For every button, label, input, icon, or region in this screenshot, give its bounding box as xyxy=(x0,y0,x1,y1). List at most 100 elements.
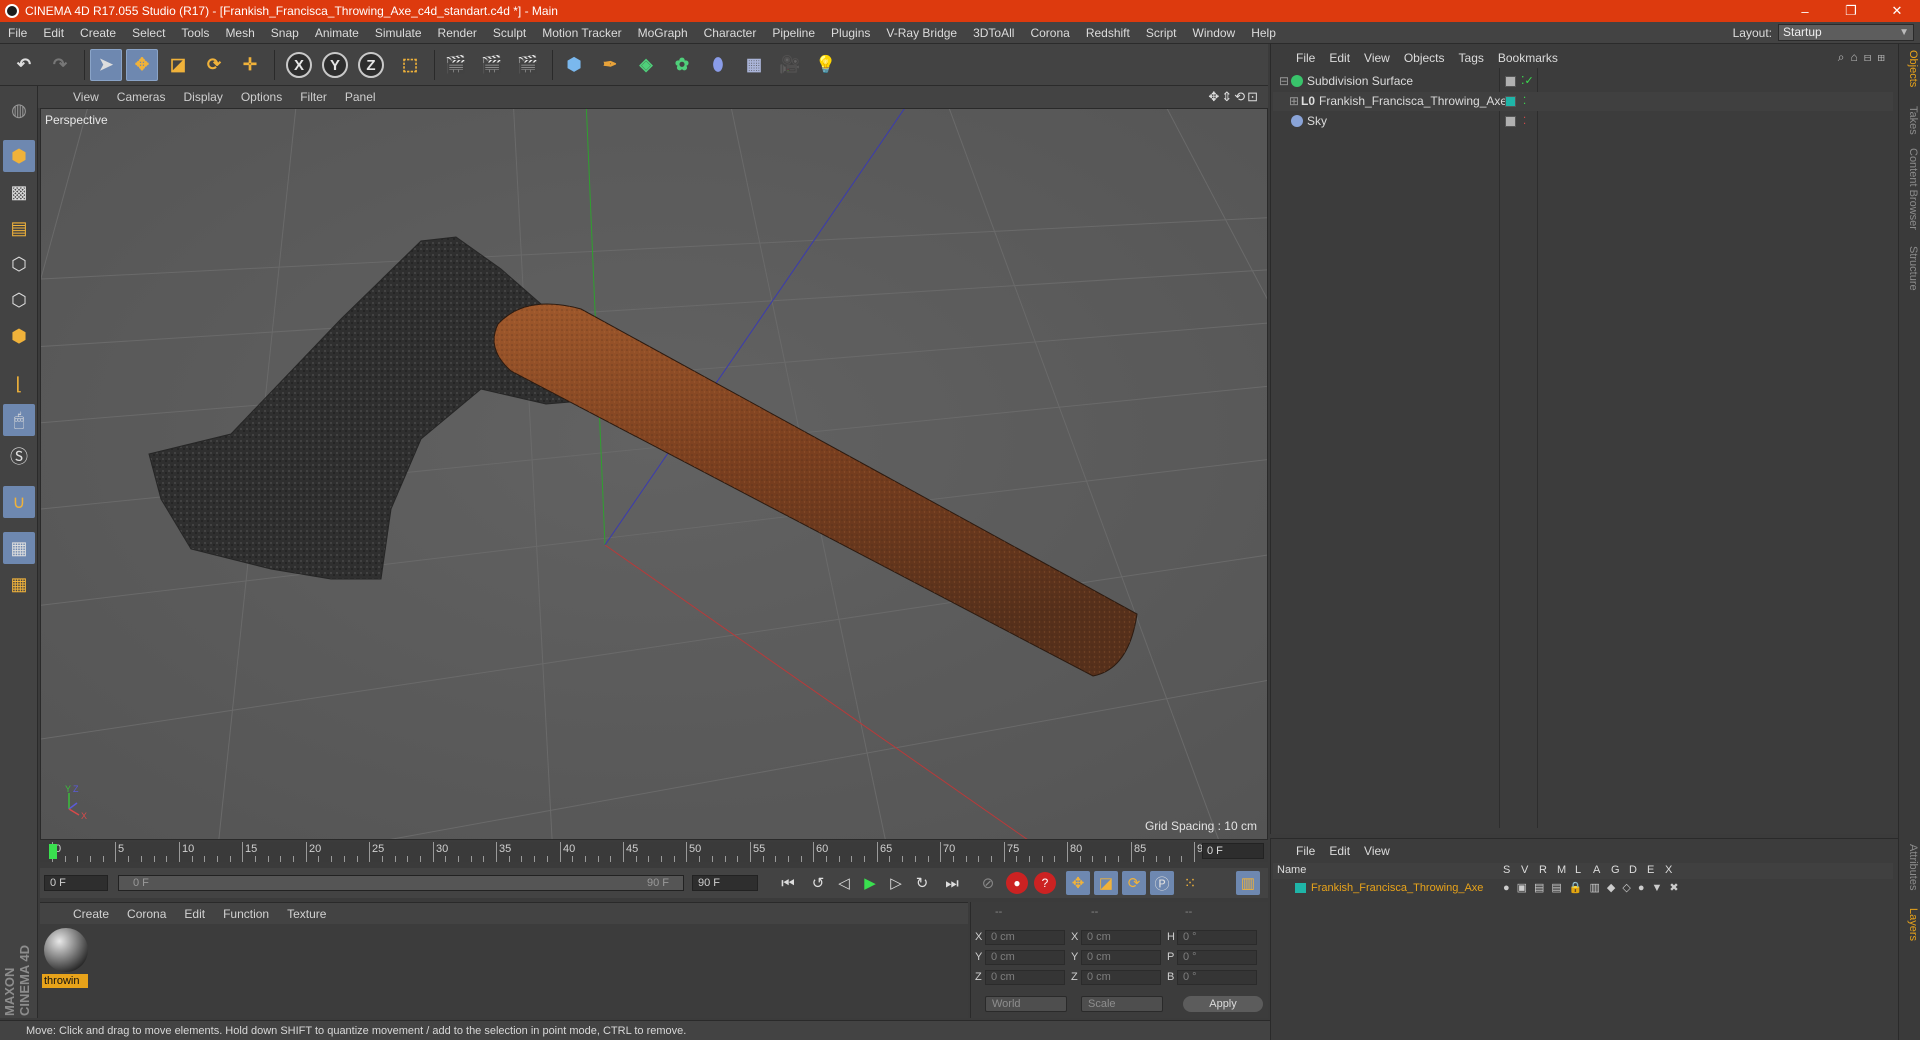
column-v[interactable]: V xyxy=(1521,864,1528,876)
tab-takes[interactable]: Takes xyxy=(1901,106,1919,135)
frame-ruler[interactable]: 051015202530354045505560657075808590 xyxy=(48,842,1210,862)
undo-button[interactable]: ↶ xyxy=(8,49,40,81)
menu-window[interactable]: Window xyxy=(1185,26,1244,40)
rot-h-field[interactable]: 0 ° xyxy=(1177,930,1257,945)
add-floor-button[interactable]: ▦ xyxy=(738,49,770,81)
menu-create[interactable]: Create xyxy=(72,26,124,40)
menu-vray-bridge[interactable]: V-Ray Bridge xyxy=(878,26,965,40)
coordinate-system-button[interactable]: ⬚ xyxy=(394,49,426,81)
visibility-dots-icon[interactable]: ⁚ xyxy=(1523,112,1526,131)
edges-mode-button[interactable]: ⬡ xyxy=(3,284,35,316)
tab-attributes[interactable]: Attributes xyxy=(1901,844,1919,890)
key-scale-button[interactable]: ◪ xyxy=(1094,871,1118,895)
size-mode-select[interactable]: Scale xyxy=(1081,996,1163,1012)
planar-workplane-button[interactable]: ▦ xyxy=(3,568,35,600)
material-menu-texture[interactable]: Texture xyxy=(278,907,335,921)
add-cube-button[interactable]: ⬢ xyxy=(558,49,590,81)
scale-tool-button[interactable]: ◪ xyxy=(162,49,194,81)
tweak-mode-button[interactable]: 🖱 xyxy=(3,404,35,436)
y-axis-lock-button[interactable]: Y xyxy=(322,52,348,78)
column-r[interactable]: R xyxy=(1539,864,1547,876)
minimize-button[interactable]: – xyxy=(1782,4,1828,19)
live-selection-button[interactable]: ➤ xyxy=(90,49,122,81)
checkmark-icon[interactable]: ⁚✓ xyxy=(1521,72,1534,91)
tab-objects[interactable]: Objects xyxy=(1901,50,1919,87)
timeline-button[interactable]: ▥ xyxy=(1236,871,1260,895)
material-preview-sphere[interactable] xyxy=(44,928,88,972)
menu-script[interactable]: Script xyxy=(1138,26,1185,40)
layout-select[interactable]: Startup ▼ xyxy=(1778,24,1914,41)
menu-plugins[interactable]: Plugins xyxy=(823,26,878,40)
motion-record-button[interactable]: ⊘ xyxy=(976,871,1000,895)
material-menu-edit[interactable]: Edit xyxy=(175,907,214,921)
redo-button[interactable]: ↷ xyxy=(44,49,76,81)
object-row-sky[interactable]: Sky ⁚ xyxy=(1273,112,1893,131)
points-mode-button[interactable]: ⬡ xyxy=(3,248,35,280)
current-frame-field[interactable]: 0 F xyxy=(1202,843,1264,859)
go-to-start-button[interactable]: ⏮ xyxy=(776,871,800,895)
render-settings-button[interactable]: 🎬 xyxy=(512,49,544,81)
rot-b-field[interactable]: 0 ° xyxy=(1177,970,1257,985)
render-picture-viewer-button[interactable]: 🎬 xyxy=(476,49,508,81)
viewport-menu-display[interactable]: Display xyxy=(174,90,231,104)
column-s[interactable]: S xyxy=(1503,864,1510,876)
collapse-icon[interactable]: ⊟ xyxy=(1279,72,1289,91)
tab-content-browser[interactable]: Content Browser xyxy=(1901,148,1919,230)
size-z-field[interactable]: 0 cm xyxy=(1081,970,1161,985)
menu-help[interactable]: Help xyxy=(1243,26,1284,40)
next-frame-button[interactable]: ▷ xyxy=(884,871,908,895)
layer-swatch[interactable] xyxy=(1505,76,1516,87)
add-camera-button[interactable]: 🎥 xyxy=(774,49,806,81)
axis-mode-button[interactable]: ⌊ xyxy=(3,368,35,400)
menu-mograph[interactable]: MoGraph xyxy=(630,26,696,40)
pos-z-field[interactable]: 0 cm xyxy=(985,970,1065,985)
key-parameter-button[interactable]: Ⓟ xyxy=(1150,871,1174,895)
rot-p-field[interactable]: 0 ° xyxy=(1177,950,1257,965)
play-button[interactable]: ▶ xyxy=(858,871,882,895)
menu-sculpt[interactable]: Sculpt xyxy=(485,26,534,40)
pos-y-field[interactable]: 0 cm xyxy=(985,950,1065,965)
object-row-axe[interactable]: ⊞ L0 Frankish_Francisca_Throwing_Axe ⁚ xyxy=(1273,92,1893,111)
material-menu-corona[interactable]: Corona xyxy=(118,907,175,921)
column-d[interactable]: D xyxy=(1629,864,1637,876)
x-axis-lock-button[interactable]: X xyxy=(286,52,312,78)
close-button[interactable]: ✕ xyxy=(1874,3,1920,19)
restore-button[interactable]: ❐ xyxy=(1828,3,1874,19)
apply-button[interactable]: Apply xyxy=(1183,996,1263,1012)
go-to-end-button[interactable]: ⏭ xyxy=(940,871,964,895)
menu-select[interactable]: Select xyxy=(124,26,173,40)
menu-edit[interactable]: Edit xyxy=(35,26,72,40)
polygons-mode-button[interactable]: ⬢ xyxy=(3,320,35,352)
start-frame-field[interactable]: 0 F xyxy=(44,875,108,891)
add-deformer-button[interactable]: ⬮ xyxy=(702,49,734,81)
prev-frame-button[interactable]: ◁ xyxy=(832,871,856,895)
z-axis-lock-button[interactable]: Z xyxy=(358,52,384,78)
add-light-button[interactable]: 💡 xyxy=(810,49,842,81)
material-menu-function[interactable]: Function xyxy=(214,907,278,921)
size-y-field[interactable]: 0 cm xyxy=(1081,950,1161,965)
column-a[interactable]: A xyxy=(1593,864,1600,876)
viewport-menu-view[interactable]: View xyxy=(64,90,108,104)
menu-simulate[interactable]: Simulate xyxy=(367,26,430,40)
prev-key-button[interactable]: ↺ xyxy=(806,871,830,895)
column-e[interactable]: E xyxy=(1647,864,1654,876)
snap-button[interactable]: Ⓢ xyxy=(3,440,35,472)
viewport-menu-filter[interactable]: Filter xyxy=(291,90,336,104)
menu-character[interactable]: Character xyxy=(696,26,765,40)
perspective-viewport[interactable]: Z Y X Perspective Grid Spacing : 10 cm xyxy=(40,108,1268,840)
key-rotation-button[interactable]: ⟳ xyxy=(1122,871,1146,895)
menu-snap[interactable]: Snap xyxy=(263,26,307,40)
menu-animate[interactable]: Animate xyxy=(307,26,367,40)
add-subdivision-button[interactable]: ◈ xyxy=(630,49,662,81)
column-l[interactable]: L xyxy=(1575,864,1581,876)
key-position-button[interactable]: ✥ xyxy=(1066,871,1090,895)
viewport-menu-options[interactable]: Options xyxy=(232,90,291,104)
lm-menu-file[interactable]: File xyxy=(1289,844,1322,858)
viewport-navigation-icons[interactable]: ✥⇕⟲⊡ xyxy=(1208,89,1260,105)
frame-range-slider[interactable]: 0 F 90 F xyxy=(118,875,684,891)
om-menu-tags[interactable]: Tags xyxy=(1452,51,1491,65)
material-name[interactable]: throwin xyxy=(42,974,88,988)
layer-swatch[interactable] xyxy=(1505,96,1516,107)
end-frame-field[interactable]: 90 F xyxy=(692,875,758,891)
menu-pipeline[interactable]: Pipeline xyxy=(764,26,823,40)
